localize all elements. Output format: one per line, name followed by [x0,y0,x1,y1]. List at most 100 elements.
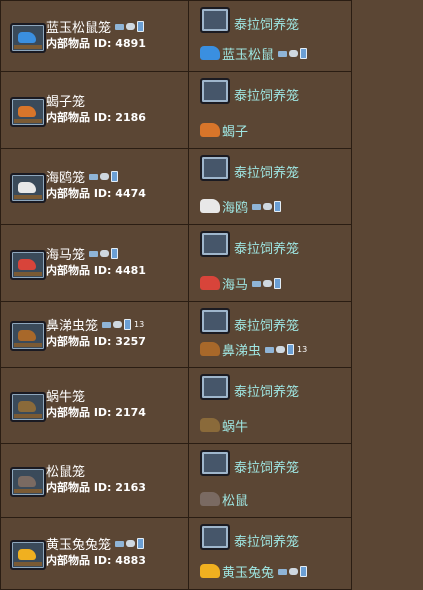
critter-name-text[interactable]: 鼻涕虫 [222,340,261,359]
item-name[interactable]: 蝎子笼 [46,91,85,110]
gamepad-icon [100,173,110,180]
critter-name-text[interactable]: 海鸥 [222,197,248,216]
squirrel-icon[interactable] [200,492,220,506]
terrarium-icon[interactable] [200,308,230,334]
item-name-text[interactable]: 松鼠笼 [46,461,85,480]
critter-name-text[interactable]: 海马 [222,274,248,293]
item-name-text[interactable]: 黄玉兔兔笼 [46,534,111,553]
item-platform-icons [115,538,145,549]
source-name[interactable]: 泰拉饲养笼 [234,315,299,334]
terrarium-icon[interactable] [200,155,230,181]
item-id-value: 4474 [115,187,146,200]
item-platform-icons: 13 [102,319,144,330]
mobile-icon [137,538,145,549]
squirrel-cage-icon[interactable] [10,467,46,497]
terrarium-icon[interactable] [200,7,230,33]
desktop-icon [252,203,262,210]
critter-name[interactable]: 蜗牛 [222,416,248,435]
snail-cage-icon[interactable] [10,392,46,422]
desktop-icon [278,568,288,575]
caged-critter [18,259,36,270]
item-id-label: 内部物品 ID: [46,187,112,200]
item-id: 内部物品 ID: 4474 [46,185,146,201]
item-id-label: 内部物品 ID: [46,111,112,124]
table-row: 蜗牛笼 内部物品 ID: 2174 泰拉饲养笼 蜗牛 [0,368,352,444]
topaz-bunny-icon[interactable] [200,564,220,578]
item-name[interactable]: 蓝玉松鼠笼 [46,17,145,36]
table-row: 松鼠笼 内部物品 ID: 2163 泰拉饲养笼 松鼠 [0,444,352,518]
source-cell: 泰拉饲养笼松鼠 [189,444,352,517]
critter-name-text[interactable]: 蜗牛 [222,416,248,435]
caged-critter [18,401,36,412]
critter-name-text[interactable]: 黄玉兔兔 [222,562,274,581]
source-name[interactable]: 泰拉饲养笼 [234,238,299,257]
item-name-text[interactable]: 鼻涕虫笼 [46,315,98,334]
desktop-icon [89,173,99,180]
snail-icon[interactable] [200,418,220,432]
source-name[interactable]: 泰拉饲养笼 [234,14,299,33]
item-name[interactable]: 蜗牛笼 [46,386,85,405]
cage-floor [14,343,42,347]
scorpion-icon[interactable] [200,123,220,137]
seagull-cage-icon[interactable] [10,173,46,203]
source-name[interactable]: 泰拉饲养笼 [234,162,299,181]
gamepad-icon [289,50,299,57]
source-name[interactable]: 泰拉饲养笼 [234,457,299,476]
critter-name[interactable]: 蝎子 [222,121,248,140]
critter-name[interactable]: 松鼠 [222,490,248,509]
seagull-icon[interactable] [200,199,220,213]
critter-platform-icons [278,566,308,577]
item-id-value: 2163 [115,481,146,494]
version-count: 13 [297,345,308,354]
item-name-text[interactable]: 蓝玉松鼠笼 [46,17,111,36]
seahorse-icon[interactable] [200,276,220,290]
item-name[interactable]: 鼻涕虫笼 13 [46,315,144,334]
item-name-text[interactable]: 海马笼 [46,244,85,263]
critter-name[interactable]: 蓝玉松鼠 [222,44,308,63]
caged-critter [18,476,36,487]
item-name-text[interactable]: 蜗牛笼 [46,386,85,405]
critter-name[interactable]: 鼻涕虫 13 [222,340,307,359]
critter-platform-icons [252,201,282,212]
item-id-value: 3257 [115,335,146,348]
critter-name[interactable]: 海马 [222,274,282,293]
grubby-cage-icon[interactable] [10,321,46,351]
source-name[interactable]: 泰拉饲养笼 [234,531,299,550]
grubby-icon[interactable] [200,342,220,356]
item-name[interactable]: 松鼠笼 [46,461,85,480]
terrarium-icon[interactable] [200,450,230,476]
seahorse-cage-icon[interactable] [10,250,46,280]
sapphire-squirrel-cage-icon[interactable] [10,23,46,53]
scorpion-cage-icon[interactable] [10,97,46,127]
item-id-value: 2174 [115,406,146,419]
source-cell: 泰拉饲养笼黄玉兔兔 [189,518,352,589]
item-name[interactable]: 海鸥笼 [46,167,119,186]
item-name[interactable]: 黄玉兔兔笼 [46,534,145,553]
sapphire-squirrel-icon[interactable] [200,46,220,60]
desktop-icon [252,280,262,287]
item-platform-icons [89,248,119,259]
source-name[interactable]: 泰拉饲养笼 [234,85,299,104]
critter-name[interactable]: 海鸥 [222,197,282,216]
terrarium-icon[interactable] [200,231,230,257]
critter-name-text[interactable]: 蓝玉松鼠 [222,44,274,63]
critter-name-text[interactable]: 松鼠 [222,490,248,509]
cage-floor [14,45,42,49]
cage-floor [14,119,42,123]
source-name[interactable]: 泰拉饲养笼 [234,381,299,400]
table-row: 蓝玉松鼠笼 内部物品 ID: 4891 泰拉饲养笼蓝玉松鼠 [0,1,352,72]
item-name[interactable]: 海马笼 [46,244,119,263]
item-cell: 海马笼 内部物品 ID: 4481 [0,225,189,301]
terrarium-icon[interactable] [200,374,230,400]
item-id-value: 4891 [115,37,146,50]
critter-name[interactable]: 黄玉兔兔 [222,562,308,581]
terrarium-icon[interactable] [200,524,230,550]
terrarium-icon[interactable] [200,78,230,104]
mobile-icon [137,21,145,32]
item-id-label: 内部物品 ID: [46,264,112,277]
item-id-label: 内部物品 ID: [46,37,112,50]
item-name-text[interactable]: 海鸥笼 [46,167,85,186]
item-name-text[interactable]: 蝎子笼 [46,91,85,110]
topaz-bunny-cage-icon[interactable] [10,540,46,570]
critter-name-text[interactable]: 蝎子 [222,121,248,140]
